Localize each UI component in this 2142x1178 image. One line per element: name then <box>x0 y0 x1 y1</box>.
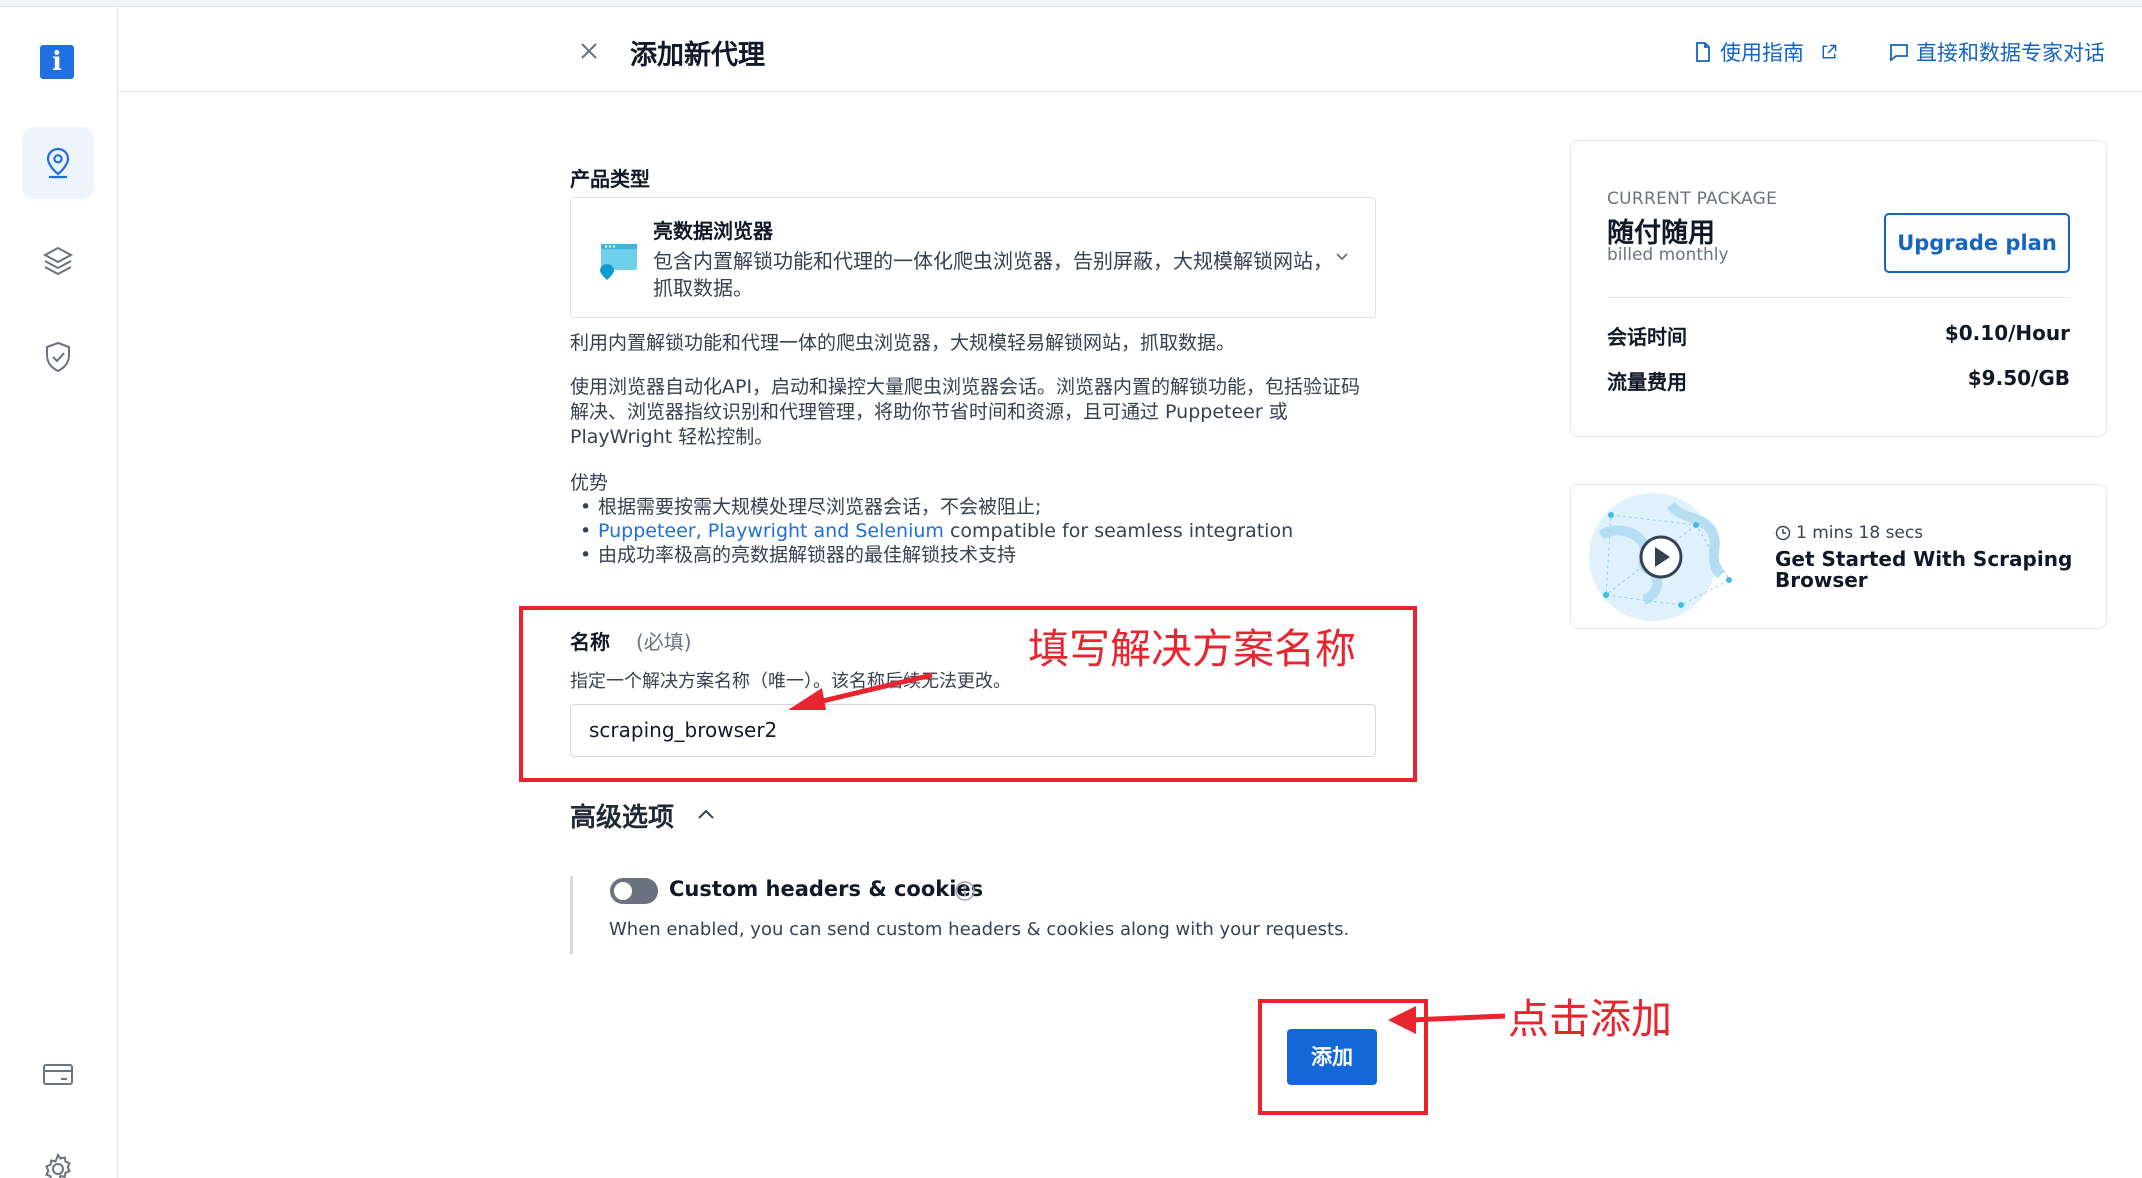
page-title: 添加新代理 <box>630 40 765 71</box>
list-item: Puppeteer, Playwright and Selenium compa… <box>570 519 1293 543</box>
page-header: 添加新代理 使用指南 直接和数据专家对话 <box>118 7 2142 92</box>
sidebar-item-billing[interactable] <box>22 1038 94 1110</box>
fee-value-session: $0.10/Hour <box>1944 321 2070 345</box>
product-type-label: 产品类型 <box>570 167 650 191</box>
product-name: 亮数据浏览器 <box>653 219 773 243</box>
sidebar-item-settings[interactable] <box>22 1133 94 1178</box>
advantages-label: 优势 <box>570 472 609 494</box>
advanced-section-rule <box>570 876 573 954</box>
clock-icon <box>1775 525 1791 541</box>
chevron-up-icon[interactable] <box>694 803 718 827</box>
video-duration: 1 mins 18 secs <box>1775 523 1923 543</box>
tutorial-video-card[interactable]: 1 mins 18 secs Get Started With Scraping… <box>1570 484 2107 629</box>
guide-link[interactable]: 使用指南 <box>1692 37 1838 67</box>
annotation-box-add <box>1258 999 1428 1115</box>
current-package-card: CURRENT PACKAGE 随付随用 billed monthly Upgr… <box>1570 140 2107 437</box>
shield-check-icon <box>46 341 70 373</box>
billing-card-icon <box>43 1064 73 1085</box>
product-description: 包含内置解锁功能和代理的一体化爬虫浏览器，告别屏蔽，大规模解锁网站，抓取数据。 <box>653 249 1333 300</box>
sidebar-item-proxies[interactable] <box>22 127 94 199</box>
package-billing: billed monthly <box>1607 245 1729 265</box>
list-item: 由成功率极高的亮数据解锁器的最佳解锁技术支持 <box>570 543 1293 567</box>
annotation-click-hint: 点击添加 <box>1508 995 1672 1043</box>
window-top-border <box>0 0 2142 7</box>
list-item: 根据需要按需大规模处理尽浏览器会话，不会被阻止; <box>570 495 1293 519</box>
package-divider <box>1607 297 2071 298</box>
close-button[interactable] <box>573 35 605 67</box>
product-detail: 使用浏览器自动化API，启动和操控大量爬虫浏览器会话。浏览器内置的解锁功能，包括… <box>570 376 1361 448</box>
video-thumbnail[interactable] <box>1571 485 1751 629</box>
advantages-list: 根据需要按需大规模处理尽浏览器会话，不会被阻止; Puppeteer, Play… <box>570 495 1293 567</box>
custom-headers-toggle[interactable] <box>610 878 658 904</box>
expert-chat-link[interactable]: 直接和数据专家对话 <box>1888 37 2105 67</box>
external-link-icon <box>1822 44 1837 59</box>
brand-logo[interactable]: i <box>40 45 74 79</box>
sidebar-item-security[interactable] <box>22 321 94 393</box>
annotation-name-hint: 填写解决方案名称 <box>1028 625 1356 673</box>
guide-link-label: 使用指南 <box>1720 41 1804 65</box>
document-icon <box>1696 42 1710 62</box>
browser-product-icon <box>600 244 637 280</box>
info-icon[interactable] <box>954 880 976 902</box>
fee-label-session: 会话时间 <box>1607 325 1687 349</box>
custom-headers-description: When enabled, you can send custom header… <box>609 919 1350 940</box>
layers-icon <box>42 246 74 276</box>
custom-headers-label: Custom headers & cookies <box>669 877 984 901</box>
chevron-down-icon <box>1336 253 1348 261</box>
fee-value-traffic: $9.50/GB <box>1967 366 2070 390</box>
product-summary: 利用内置解锁功能和代理一体的爬虫浏览器，大规模轻易解锁网站，抓取数据。 <box>570 332 1236 354</box>
compat-link[interactable]: Puppeteer, Playwright and Selenium <box>598 520 944 542</box>
package-caption: CURRENT PACKAGE <box>1607 189 1778 209</box>
close-icon <box>581 43 597 59</box>
sidebar-item-products[interactable] <box>22 225 94 297</box>
video-title: Get Started With Scraping Browser <box>1775 547 2073 592</box>
sidebar: i <box>0 7 118 1178</box>
advanced-options-title[interactable]: 高级选项 <box>570 797 674 834</box>
product-type-select[interactable]: 亮数据浏览器 包含内置解锁功能和代理的一体化爬虫浏览器，告别屏蔽，大规模解锁网站… <box>570 197 1376 318</box>
fee-label-traffic: 流量费用 <box>1607 370 1687 394</box>
play-icon[interactable] <box>1639 535 1683 579</box>
chat-bubble-icon <box>1890 44 1908 62</box>
location-pin-icon <box>46 147 70 179</box>
gear-icon <box>45 1152 71 1178</box>
upgrade-plan-button[interactable]: Upgrade plan <box>1884 213 2070 273</box>
expert-chat-label: 直接和数据专家对话 <box>1916 41 2105 65</box>
